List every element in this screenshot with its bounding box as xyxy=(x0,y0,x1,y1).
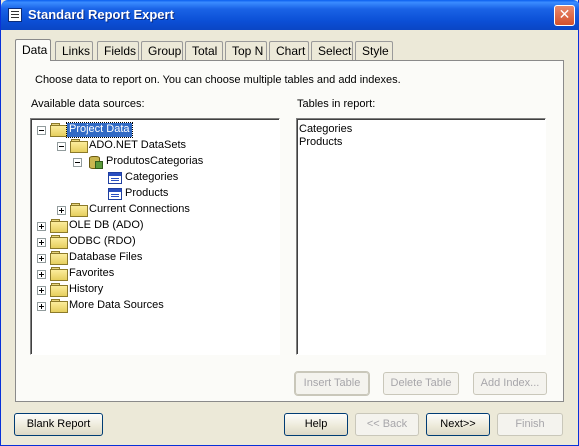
tab-group[interactable]: Group xyxy=(141,41,183,60)
folder-icon xyxy=(50,235,68,249)
folder-icon xyxy=(50,219,68,233)
expand-icon[interactable] xyxy=(37,286,46,295)
folder-open-icon xyxy=(50,123,68,137)
tree-item-label: OLE DB (ADO) xyxy=(69,219,144,231)
tree-item-label: More Data Sources xyxy=(69,299,164,311)
expand-icon[interactable] xyxy=(37,238,46,247)
report-app-icon xyxy=(8,8,22,22)
collapse-icon[interactable] xyxy=(73,158,82,167)
tab-top-n[interactable]: Top N xyxy=(225,41,267,60)
title-bar[interactable]: Standard Report Expert ✕ xyxy=(1,0,579,30)
tree-item-label: ODBC (RDO) xyxy=(69,235,136,247)
folder-open-icon xyxy=(70,139,88,153)
expand-icon[interactable] xyxy=(57,206,66,215)
close-button[interactable]: ✕ xyxy=(554,5,575,26)
tab-select[interactable]: Select xyxy=(311,41,353,60)
folder-icon xyxy=(50,283,68,297)
expand-icon[interactable] xyxy=(37,302,46,311)
blank-report-button[interactable]: Blank Report xyxy=(14,413,103,436)
tab-style[interactable]: Style xyxy=(355,41,393,60)
tree-item-label: Products xyxy=(125,187,169,199)
table-icon xyxy=(108,188,122,200)
folder-icon xyxy=(50,251,68,265)
tab-fields[interactable]: Fields xyxy=(97,41,139,60)
tab-links[interactable]: Links xyxy=(55,41,93,60)
next-button[interactable]: Next>> xyxy=(426,413,490,436)
tree-item-label: History xyxy=(69,283,104,295)
window-title: Standard Report Expert xyxy=(28,7,174,22)
collapse-icon[interactable] xyxy=(57,142,66,151)
help-button[interactable]: Help xyxy=(284,413,348,436)
available-sources-label: Available data sources: xyxy=(31,98,145,110)
tab-data[interactable]: Data xyxy=(15,39,51,61)
tree-item-label: Categories xyxy=(125,171,179,183)
finish-button[interactable]: Finish xyxy=(497,413,563,436)
tree-item-label: Favorites xyxy=(69,267,115,279)
folder-icon xyxy=(70,203,88,217)
tab-chart[interactable]: Chart xyxy=(269,41,309,60)
insert-table-button[interactable]: Insert Table xyxy=(294,371,370,396)
dataset-icon xyxy=(88,155,103,169)
report-table-item[interactable]: Products xyxy=(299,136,342,148)
expand-icon[interactable] xyxy=(37,222,46,231)
tree-item-label: ADO.NET DataSets xyxy=(89,139,186,151)
tables-in-report-label: Tables in report: xyxy=(297,98,376,110)
tables-in-report-list[interactable] xyxy=(296,118,546,355)
tree-item-label: ProdutosCategorias xyxy=(106,155,204,167)
instructions-text: Choose data to report on. You can choose… xyxy=(35,74,401,86)
folder-icon xyxy=(50,267,68,281)
add-index-button[interactable]: Add Index... xyxy=(473,372,547,395)
delete-table-button[interactable]: Delete Table xyxy=(383,372,459,395)
tree-item-label: Current Connections xyxy=(89,203,190,215)
collapse-icon[interactable] xyxy=(37,126,46,135)
report-table-item[interactable]: Categories xyxy=(299,123,352,135)
expand-icon[interactable] xyxy=(37,254,46,263)
folder-icon xyxy=(50,299,68,313)
back-button[interactable]: << Back xyxy=(355,413,419,436)
tab-total[interactable]: Total xyxy=(185,41,223,60)
tree-item-label: Project Data xyxy=(66,122,133,138)
report-expert-window: Standard Report Expert ✕ Data Links Fiel… xyxy=(0,0,579,446)
table-icon xyxy=(108,172,122,184)
tree-item-label: Database Files xyxy=(69,251,143,263)
expand-icon[interactable] xyxy=(37,270,46,279)
